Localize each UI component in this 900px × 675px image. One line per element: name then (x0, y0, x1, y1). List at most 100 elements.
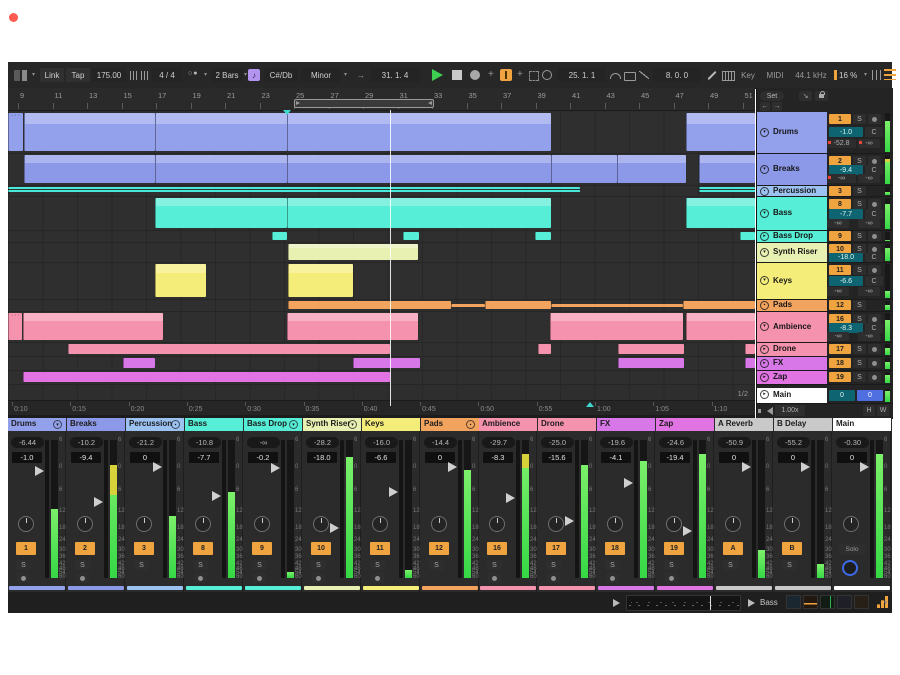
clip-drums[interactable] (8, 113, 23, 151)
fader-handle[interactable] (860, 462, 869, 472)
output-meter-icon[interactable] (876, 596, 890, 608)
link-button[interactable]: Link (40, 68, 64, 82)
arm-button[interactable] (868, 265, 881, 275)
pan-knob[interactable] (372, 516, 388, 532)
track-name-cell[interactable]: ▸Bass Drop (757, 231, 827, 242)
track-lane-percussion[interactable] (8, 186, 755, 197)
window-close-button[interactable] (9, 13, 18, 22)
solo-button[interactable]: S (853, 199, 866, 209)
arm-button[interactable] (371, 573, 384, 583)
clip-breaks[interactable] (699, 155, 755, 183)
fader-track[interactable] (281, 440, 285, 578)
fader-track[interactable] (516, 440, 520, 578)
peak-level-display[interactable]: -55.2 (777, 437, 810, 448)
peak-level-display[interactable]: -21.2 (129, 437, 162, 448)
gain-readout[interactable]: -∞ (858, 174, 880, 183)
track-number-button[interactable]: 9 (252, 542, 272, 555)
panel-track-ambience[interactable]: ▾Ambience16S-8.3C-∞-∞ (757, 312, 893, 343)
peak-level-display[interactable]: -6.44 (11, 437, 44, 448)
arm-button[interactable] (868, 372, 881, 382)
pan-knob[interactable] (77, 516, 93, 532)
time-ruler[interactable]: 0:100:150:200:250:300:350:400:450:500:55… (8, 400, 755, 416)
solo-button[interactable]: S (782, 560, 797, 570)
track-number-button[interactable]: 19 (664, 542, 684, 555)
fader-handle[interactable] (683, 526, 692, 536)
track-name-cell[interactable]: ▾Synth Riser (757, 243, 827, 262)
clip-bass-drop[interactable] (535, 232, 551, 240)
panel-track-drone[interactable]: ▸Drone17S (757, 343, 893, 357)
mixer-track-header[interactable]: Zap (656, 418, 714, 431)
device-thumbnail[interactable] (837, 595, 852, 609)
device-thumbnail[interactable] (786, 595, 801, 609)
clip-breaks[interactable] (287, 155, 551, 183)
fold-icon[interactable]: ▸ (760, 390, 769, 399)
peak-level-display[interactable]: -29.7 (482, 437, 515, 448)
solo-button[interactable]: S (487, 560, 502, 570)
solo-button[interactable]: S (853, 231, 866, 241)
fold-icon[interactable]: ▾ (348, 420, 357, 429)
pan-knob[interactable] (666, 516, 682, 532)
clip-drums[interactable] (155, 113, 287, 151)
track-number-button[interactable]: 12 (829, 300, 851, 310)
track-number-button[interactable]: 18 (829, 358, 851, 368)
bar-ruler[interactable]: 9111315171921232527293133353739414345474… (8, 88, 755, 111)
peak-level-display[interactable]: -50.9 (718, 437, 751, 448)
fader-handle[interactable] (506, 493, 515, 503)
stop-button[interactable] (452, 70, 462, 80)
solo-button[interactable]: S (193, 560, 208, 570)
solo-button[interactable]: S (252, 560, 267, 570)
track-lane-breaks[interactable] (8, 154, 755, 186)
selection-box-icon[interactable] (529, 71, 539, 81)
track-lane-zap[interactable] (8, 371, 755, 385)
clip-drone[interactable] (68, 344, 390, 354)
fader-handle[interactable] (212, 491, 221, 501)
track-number-button[interactable]: A (723, 542, 743, 555)
arm-button[interactable] (606, 573, 619, 583)
arm-button[interactable] (868, 114, 881, 124)
clip-synth-riser[interactable] (288, 244, 418, 260)
track-number-button[interactable]: 9 (829, 231, 851, 241)
solo-button[interactable]: S (853, 265, 866, 275)
arm-button[interactable] (253, 573, 266, 583)
solo-button[interactable]: Solo (839, 544, 865, 555)
fold-icon[interactable]: ▾ (53, 420, 62, 429)
fold-icon[interactable]: ▪ (760, 187, 769, 196)
panel-track-percussion[interactable]: ▪Percussion3S (757, 186, 893, 197)
mixer-track-header[interactable]: Ambience (479, 418, 537, 431)
clip-fx[interactable] (353, 358, 420, 368)
scale-mode-icon[interactable]: ♪ (248, 69, 260, 81)
peak-level-display[interactable]: -28.2 (306, 437, 339, 448)
clip-keys[interactable] (288, 264, 353, 297)
key-root-menu[interactable]: C#/Db (264, 68, 298, 82)
track-number-button[interactable]: 3 (134, 542, 154, 555)
solo-button[interactable]: S (853, 344, 866, 354)
pan-knob[interactable] (725, 516, 741, 532)
fold-icon[interactable]: ▾ (760, 248, 769, 257)
mixer-track-header[interactable]: Keys (362, 418, 420, 431)
volume-display[interactable]: -1.0 (12, 452, 42, 463)
peak-level-display[interactable]: -19.6 (600, 437, 633, 448)
fader-track[interactable] (811, 440, 815, 578)
panel-layout-icon[interactable] (14, 70, 29, 81)
device-thumbnail[interactable] (854, 595, 869, 609)
volume-display[interactable]: -7.7 (829, 209, 863, 219)
device-play-icon[interactable] (748, 599, 755, 607)
solo-button[interactable]: S (311, 560, 326, 570)
solo-button[interactable]: S (605, 560, 620, 570)
empty-track-area[interactable] (8, 385, 755, 401)
fold-icon[interactable]: ▾ (760, 165, 769, 174)
clip-ambience[interactable] (23, 313, 163, 340)
time-marker-icon[interactable] (586, 402, 594, 407)
track-lane-pads[interactable] (8, 300, 755, 312)
gain-readout[interactable]: -∞ (858, 287, 880, 296)
pan-knob[interactable] (195, 516, 211, 532)
fold-icon[interactable]: ▾ (760, 128, 769, 137)
arm-button[interactable] (665, 573, 678, 583)
mixer-track-header[interactable]: Drums▾ (8, 418, 66, 431)
fader-handle[interactable] (330, 523, 339, 533)
track-lane-fx[interactable] (8, 357, 755, 371)
mixer-track-header[interactable]: A Reverb (715, 418, 773, 431)
track-name-cell[interactable]: ▸Drone (757, 343, 827, 356)
zoom-width-button[interactable]: W (877, 405, 889, 416)
fold-icon[interactable]: ▸ (760, 373, 769, 382)
